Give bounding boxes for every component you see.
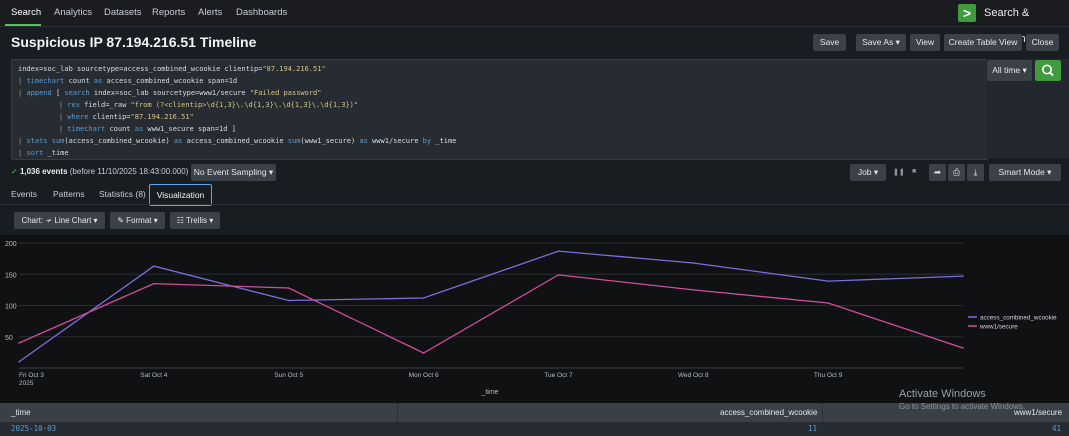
data-point [692, 262, 695, 264]
y-tick-label: 100 [5, 304, 17, 311]
data-point [692, 289, 695, 291]
y-tick-label: 50 [5, 335, 13, 342]
nav-reports[interactable]: Reports [152, 0, 185, 26]
activate-windows-subtext: Go to Settings to activate Windows. [899, 402, 1026, 411]
query-line-4: | rex field=_raw "from (?<clientip>\d{1,… [42, 101, 359, 109]
search-mode-dropdown[interactable]: Smart Mode ▾ [989, 164, 1061, 181]
data-point [422, 297, 425, 299]
save-as-button[interactable]: Save As ▾ [856, 34, 906, 51]
x-tick-label: Tue Oct 7 [544, 372, 573, 379]
search-icon [1042, 64, 1054, 77]
x-tick-sublabel: 2025 [19, 380, 34, 387]
series-line-0 [18, 250, 964, 363]
chart-type-dropdown[interactable]: Chart: ≁ Line Chart ▾ [14, 212, 105, 229]
x-tick-label: Wed Oct 8 [678, 372, 709, 379]
query-line-2: | timechart count as access_combined_wco… [18, 77, 238, 85]
event-count-status: ✓ 1,036 events (before 11/10/2025 18:43:… [11, 167, 189, 176]
table-cell-time[interactable]: 2025-10-03 [11, 424, 56, 433]
series-line-1 [18, 274, 964, 354]
y-tick-label: 150 [5, 272, 17, 279]
table-cell-access-combined-wcookie[interactable]: 11 [808, 424, 817, 433]
app-name[interactable]: Search & Reporting [984, 0, 1069, 45]
query-line-8: | sort _time [18, 149, 69, 157]
table-cell-www1-secure[interactable]: 41 [1052, 424, 1061, 433]
query-line-1: index=soc_lab sourcetype=access_combined… [18, 65, 326, 73]
nav-alerts[interactable]: Alerts [198, 0, 222, 26]
query-line-6: | timechart count as www1_secure span=1d… [42, 125, 236, 133]
stop-icon[interactable]: ■ [912, 168, 916, 175]
y-tick-label: 200 [5, 241, 17, 248]
data-point [287, 287, 290, 289]
save-button[interactable]: Save [813, 34, 846, 51]
query-line-3: | append [ search index=soc_lab sourcety… [18, 89, 322, 97]
data-point [827, 302, 829, 304]
view-button[interactable]: View [910, 34, 940, 51]
data-point [153, 282, 155, 285]
tab-statistics[interactable]: Statistics (8) [99, 184, 146, 204]
tab-patterns[interactable]: Patterns [53, 184, 85, 204]
data-point [557, 274, 560, 276]
line-chart: 50 100 150 200 Fri Oct 3 Sat Oct 4 Sun Oct 5 Mo… [0, 235, 1069, 403]
tab-divider [0, 204, 1069, 205]
close-button[interactable]: Close [1026, 34, 1059, 51]
print-icon[interactable]: ⎙ [948, 164, 965, 181]
x-axis-title: _time [480, 389, 498, 396]
time-range-picker[interactable]: All time ▾ [987, 60, 1032, 81]
column-header-access-combined-wcookie[interactable]: access_combined_wcookie [720, 403, 817, 422]
nav-dashboards[interactable]: Dashboards [236, 0, 287, 26]
data-point [18, 360, 20, 363]
x-tick-label: Thu Oct 9 [814, 372, 843, 379]
query-line-5: | where clientip="87.194.216.51" [42, 113, 194, 121]
query-line-7: | stats sum(access_combined_wcookie) as … [18, 137, 457, 145]
data-point [422, 352, 425, 354]
data-point [153, 265, 155, 267]
data-point [962, 347, 964, 349]
legend-label: www1/secure [979, 324, 1018, 331]
nav-datasets[interactable]: Datasets [104, 0, 142, 26]
trellis-dropdown[interactable]: ☷ Trellis ▾ [170, 212, 220, 229]
share-icon[interactable]: ➦ [929, 164, 946, 181]
data-point [557, 250, 560, 252]
data-point [287, 299, 290, 302]
column-header-time[interactable]: _time [11, 403, 31, 422]
check-icon: ✓ [11, 167, 18, 176]
event-sampling-dropdown[interactable]: No Event Sampling ▾ [191, 164, 276, 181]
page-title: Suspicious IP 87.194.216.51 Timeline [11, 34, 257, 50]
tab-events[interactable]: Events [11, 184, 37, 204]
table-row [0, 422, 1069, 436]
x-tick-label: Sun Oct 5 [274, 372, 303, 379]
pause-icon[interactable]: ❚❚ [893, 168, 905, 176]
export-icon[interactable]: ⤓ [967, 164, 984, 181]
activate-windows-watermark: Activate Windows [899, 388, 986, 400]
format-dropdown[interactable]: ✎ Format ▾ [110, 212, 165, 229]
nav-search[interactable]: Search [11, 0, 41, 26]
search-query-editor[interactable]: index=soc_lab sourcetype=access_combined… [11, 59, 988, 160]
nav-analytics[interactable]: Analytics [54, 0, 92, 26]
line-chart-svg: 50 100 150 200 Fri Oct 3 Sat Oct 4 Sun Oct 5 Mo… [5, 241, 1057, 396]
job-dropdown[interactable]: Job ▾ [850, 164, 886, 181]
legend-label: access_combined_wcookie [980, 315, 1057, 322]
data-point [18, 342, 20, 344]
search-button[interactable] [1035, 60, 1061, 81]
data-point [827, 280, 829, 282]
column-divider [397, 403, 398, 422]
x-tick-label: Fri Oct 3 [19, 372, 44, 379]
tab-visualization[interactable]: Visualization [149, 184, 212, 206]
data-point [962, 275, 964, 277]
nav-active-indicator [5, 24, 41, 26]
column-divider [822, 403, 823, 422]
x-tick-label: Mon Oct 6 [409, 372, 439, 379]
create-table-view-button[interactable]: Create Table View [944, 34, 1022, 51]
app-logo-icon[interactable]: > [958, 4, 976, 22]
x-tick-label: Sat Oct 4 [140, 372, 167, 379]
